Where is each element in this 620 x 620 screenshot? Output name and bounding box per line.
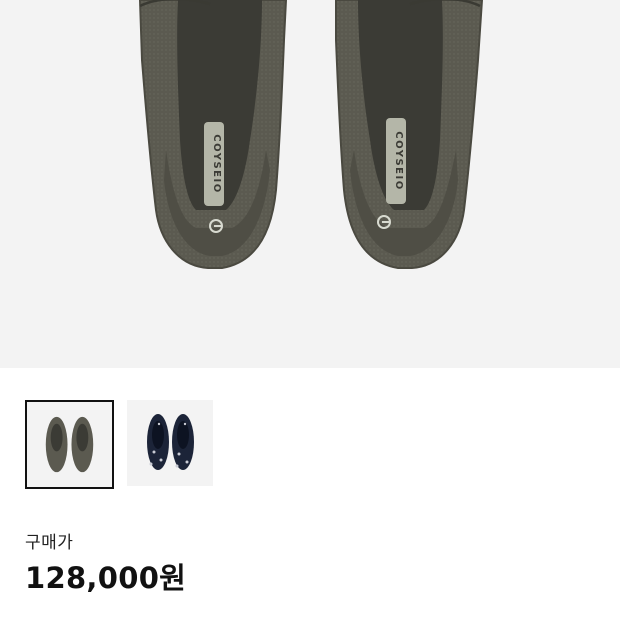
brand-text: COYSEIO [211, 134, 222, 193]
product-page: COYSEIO COYSEIO 구매가 128,000원 [0, 0, 620, 620]
thumbnail-olive-gray[interactable] [25, 400, 114, 489]
right-shoe: COYSEIO [335, 0, 484, 269]
shoe-thumbnail-icon [27, 402, 112, 487]
price-value: 128,000원 [25, 561, 187, 595]
shoes-illustration: COYSEIO COYSEIO [138, 0, 484, 269]
price-label: 구매가 [25, 533, 74, 553]
thumbnail-navy-dotted[interactable] [127, 400, 213, 486]
product-main-image[interactable]: COYSEIO COYSEIO [0, 0, 620, 368]
shoe-thumbnail-icon [127, 400, 213, 486]
brand-text: COYSEIO [393, 131, 404, 190]
thumbnail-list [25, 400, 213, 489]
left-shoe: COYSEIO [138, 0, 288, 269]
